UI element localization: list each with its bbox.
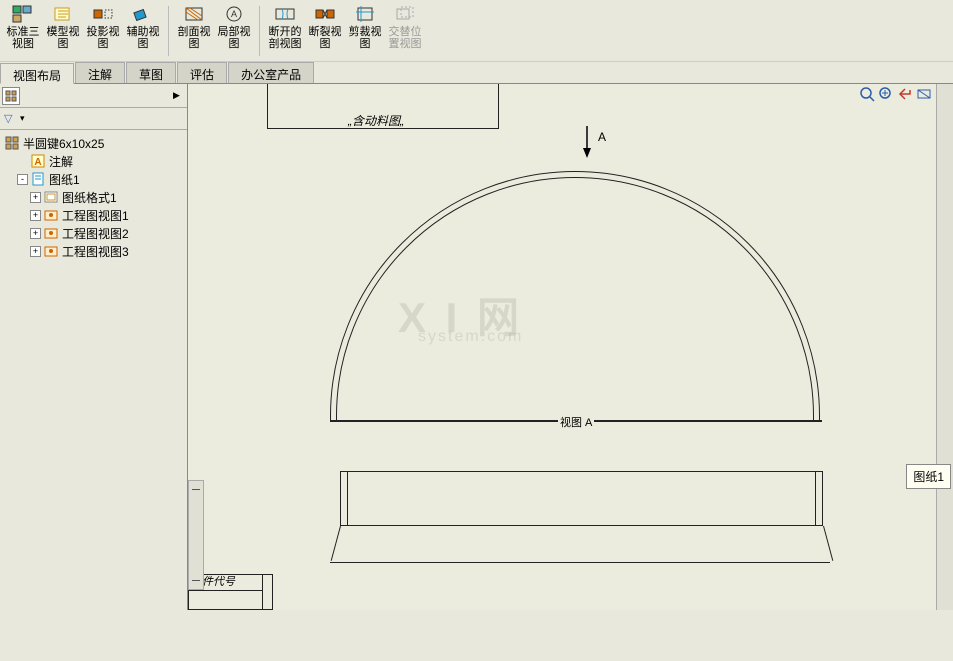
feature-tree-tab-icon[interactable] — [2, 87, 20, 105]
toolbar-separator — [259, 6, 260, 56]
std3-icon — [11, 4, 35, 24]
rect-chamfer-left — [331, 526, 341, 561]
partno-block-ext — [263, 574, 273, 610]
tree-item-label: 注解 — [49, 153, 73, 170]
fmt-icon — [43, 190, 59, 204]
tool-label: 局部视 图 — [218, 26, 251, 50]
tree-item-label: 工程图视图1 — [62, 207, 129, 224]
rect-edge-left — [347, 471, 348, 526]
sect-icon — [182, 4, 206, 24]
filter-dropdown-icon[interactable]: ▾ — [20, 113, 25, 124]
tree-item-label: 工程图视图3 — [62, 243, 129, 260]
tab-4[interactable]: 办公室产品 — [228, 62, 314, 83]
rect-bottom-line — [330, 562, 830, 563]
tool-label: 交替位 置视图 — [389, 26, 422, 50]
model-icon — [51, 4, 75, 24]
tool-label: 剖面视 图 — [178, 26, 211, 50]
zoom-fit-icon[interactable] — [859, 86, 875, 102]
dv-icon — [43, 208, 59, 222]
view-label: 视图 A — [558, 414, 594, 430]
rect-view — [340, 471, 823, 526]
dv-icon — [43, 244, 59, 258]
drawing-canvas[interactable]: „含动料图„ A 视图 A 零件代号 X I 网 system.com 图纸1 — [188, 84, 953, 610]
A-icon: A — [30, 154, 46, 168]
dv-icon — [43, 226, 59, 240]
tool-model-button[interactable]: 模型视 图 — [44, 2, 82, 52]
prev-view-icon[interactable] — [897, 86, 913, 102]
tool-alt-button: 交替位 置视图 — [386, 2, 424, 52]
rect-edge-right — [815, 471, 816, 526]
tool-crop-button[interactable]: 剪裁视 图 — [346, 2, 384, 52]
tab-3[interactable]: 评估 — [177, 62, 227, 83]
tool-std3-button[interactable]: 标准三 视图 — [4, 2, 42, 52]
broken-icon — [273, 4, 297, 24]
tree-root[interactable]: 半圆键6x10x25 — [2, 134, 185, 152]
tool-label: 断开的 剖视图 — [269, 26, 302, 50]
assembly-icon — [4, 136, 20, 150]
tree-root-label: 半圆键6x10x25 — [23, 135, 104, 152]
tool-break-button[interactable]: 断裂视 图 — [306, 2, 344, 52]
tool-broken-button[interactable]: 断开的 剖视图 — [266, 2, 304, 52]
tree-item-1[interactable]: - 图纸1 — [2, 170, 185, 188]
tree-item-3[interactable]: + 工程图视图1 — [2, 206, 185, 224]
tree-expand-icon[interactable]: - — [17, 174, 28, 185]
tool-aux-button[interactable]: 辅助视 图 — [124, 2, 162, 52]
toolbar-separator — [168, 6, 169, 56]
alt-icon — [393, 4, 417, 24]
tool-label: 辅助视 图 — [127, 26, 160, 50]
sheet-tab[interactable]: 图纸1 — [906, 464, 951, 489]
feature-tree: 半圆键6x10x25 A 注解 - 图纸1 + 图纸格式1 + 工程图视图1 + 工程图视图2 + 工程… — [0, 130, 187, 610]
svg-text:A: A — [34, 157, 41, 168]
section-arrow — [580, 126, 594, 163]
tree-expand-icon[interactable]: + — [30, 210, 41, 221]
tree-expand-icon[interactable]: + — [30, 228, 41, 239]
tree-item-4[interactable]: + 工程图视图2 — [2, 224, 185, 242]
tool-label: 剪裁视 图 — [349, 26, 382, 50]
tab-1[interactable]: 注解 — [75, 62, 125, 83]
tool-local-button[interactable]: A 局部视 图 — [215, 2, 253, 52]
tree-item-5[interactable]: + 工程图视图3 — [2, 242, 185, 260]
tree-item-2[interactable]: + 图纸格式1 — [2, 188, 185, 206]
tool-label: 模型视 图 — [47, 26, 80, 50]
filter-row: ▽ ▾ — [0, 108, 187, 130]
section-arrow-label: A — [598, 130, 606, 144]
main-toolbar: 标准三 视图模型视 图投影视 图辅助视 图剖面视 图 A 局部视 图断开的 剖视图断… — [0, 0, 953, 62]
local-icon: A — [222, 4, 246, 24]
tool-proj-button[interactable]: 投影视 图 — [84, 2, 122, 52]
tool-sect-button[interactable]: 剖面视 图 — [175, 2, 213, 52]
scrollbar-vertical[interactable] — [936, 84, 953, 610]
tree-item-label: 图纸1 — [49, 171, 80, 188]
break-icon — [313, 4, 337, 24]
proj-icon — [91, 4, 115, 24]
tree-item-label: 图纸格式1 — [62, 189, 117, 206]
tree-expand-icon[interactable]: + — [30, 246, 41, 257]
crop-icon — [353, 4, 377, 24]
panel-tab-row: ▶ — [0, 84, 187, 108]
tab-2[interactable]: 草图 — [126, 62, 176, 83]
filter-icon[interactable]: ▽ — [4, 112, 18, 126]
aux-icon — [131, 4, 155, 24]
ruler-left[interactable] — [188, 480, 204, 590]
rect-chamfer-right — [823, 526, 833, 561]
tool-label: 投影视 图 — [87, 26, 120, 50]
tree-item-label: 工程图视图2 — [62, 225, 129, 242]
tool-label: 断裂视 图 — [309, 26, 342, 50]
section-view-icon[interactable] — [916, 86, 932, 102]
tree-expand-icon[interactable]: + — [30, 192, 41, 203]
title-block-text: „含动料图„ — [348, 112, 404, 129]
tool-label: 标准三 视图 — [7, 26, 40, 50]
svg-text:A: A — [231, 9, 237, 19]
sheet-icon — [30, 172, 46, 186]
tree-item-0[interactable]: A 注解 — [2, 152, 185, 170]
panel-dropdown-icon[interactable]: ▶ — [173, 90, 185, 101]
ribbon-tabs: 视图布局注解草图评估办公室产品 — [0, 62, 953, 84]
feature-tree-panel: ▶ ▽ ▾ 半圆键6x10x25 A 注解 - 图纸1 + 图纸格式1 + 工程图视图1 + 工程图… — [0, 84, 188, 610]
zoom-area-icon[interactable] — [878, 86, 894, 102]
tab-0[interactable]: 视图布局 — [0, 63, 74, 84]
